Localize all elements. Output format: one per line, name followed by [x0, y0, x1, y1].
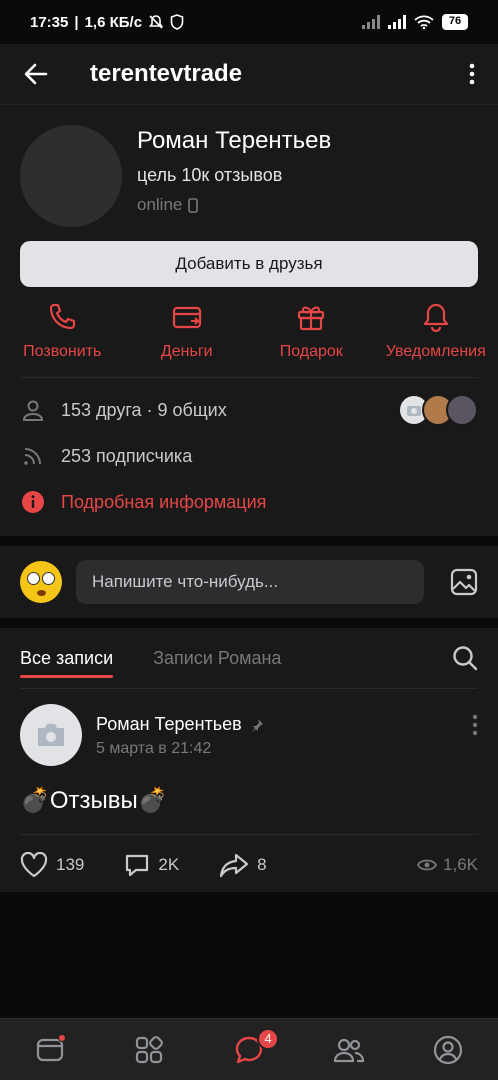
- details-label: Подробная информация: [61, 491, 267, 512]
- eye-icon: [417, 859, 438, 871]
- search-icon[interactable]: [452, 645, 478, 671]
- comment-button[interactable]: 2K: [124, 852, 179, 878]
- emoji-avatar: [20, 561, 62, 603]
- quick-actions: Позвонить Деньги Подарок Уведомления: [0, 301, 498, 371]
- bell-icon: [423, 303, 448, 333]
- avatar[interactable]: [20, 125, 122, 227]
- nav-news[interactable]: [30, 1030, 70, 1070]
- call-label: Позвонить: [23, 343, 102, 360]
- nav-profile[interactable]: [428, 1030, 468, 1070]
- signal-icon: [362, 15, 380, 29]
- mutual-friends-avatars[interactable]: [398, 394, 478, 426]
- bottom-nav: 4: [0, 1018, 498, 1080]
- post-text: 💣Отзывы💣: [20, 787, 168, 814]
- money-label: Деньги: [160, 343, 213, 360]
- more-icon[interactable]: [468, 62, 476, 86]
- wifi-icon: [414, 15, 434, 29]
- status-time: 17:35: [30, 13, 69, 31]
- likes-count: 139: [56, 855, 85, 874]
- followers-count: 253 подписчика: [61, 445, 193, 466]
- signal-icon: [388, 15, 406, 29]
- nav-services[interactable]: [129, 1030, 169, 1070]
- divider: [20, 688, 478, 689]
- views-count: 1,6K: [443, 855, 478, 874]
- post-more-icon[interactable]: [472, 714, 478, 736]
- page-title: terentevtrade: [90, 60, 243, 87]
- gift-button[interactable]: Подарок: [249, 301, 374, 371]
- battery-indicator: 76: [442, 14, 468, 30]
- info-icon: [20, 489, 46, 515]
- profile-icon: [434, 1035, 463, 1064]
- compose-input[interactable]: Напишите что-нибудь...: [76, 560, 424, 604]
- divider: [20, 834, 478, 835]
- top-bar: terentevtrade: [0, 44, 498, 104]
- post-avatar[interactable]: [20, 704, 82, 766]
- gift-icon: [298, 306, 325, 331]
- post-actions: 139 2K 8 1,6K: [20, 850, 478, 880]
- profile-status: цель 10к отзывов: [137, 165, 283, 185]
- heart-icon: [20, 852, 48, 878]
- share-icon: [220, 853, 249, 878]
- status-speed: 1,6 КБ/с: [84, 13, 143, 31]
- compose-bar: Напишите что-нибудь...: [0, 546, 498, 618]
- services-icon: [136, 1035, 164, 1063]
- feed-tabs: Все записи Записи Романа: [0, 628, 498, 688]
- comments-count: 2K: [158, 855, 180, 874]
- mute-icon: [148, 15, 164, 29]
- post-author[interactable]: Роман Терентьев: [96, 714, 264, 735]
- shield-icon: [170, 14, 184, 30]
- money-button[interactable]: Деньги: [125, 301, 250, 371]
- phone-icon: [50, 303, 76, 330]
- like-button[interactable]: 139: [20, 852, 84, 878]
- notification-dot: [57, 1033, 66, 1042]
- user-icon: [20, 397, 46, 423]
- feed: Все записи Записи Романа Роман Терентьев…: [0, 628, 498, 892]
- profile-card: Роман Терентьев цель 10к отзывов online …: [0, 104, 498, 536]
- nav-messages[interactable]: 4: [229, 1027, 279, 1070]
- image-icon[interactable]: [450, 568, 478, 596]
- friends-icon: [333, 1038, 364, 1062]
- avatar: [446, 394, 478, 426]
- friends-count: 153 друга · 9 общих: [61, 399, 227, 420]
- add-friend-button[interactable]: Добавить в друзья: [20, 241, 478, 287]
- call-button[interactable]: Позвонить: [0, 301, 125, 371]
- gift-label: Подарок: [279, 343, 343, 360]
- share-button[interactable]: 8: [219, 852, 267, 878]
- messages-badge: 4: [256, 1027, 279, 1050]
- details-row[interactable]: Подробная информация: [20, 485, 478, 519]
- followers-row[interactable]: 253 подписчика: [20, 439, 478, 473]
- divider: [20, 377, 478, 378]
- rss-icon: [20, 443, 46, 469]
- mobile-icon: [188, 197, 199, 213]
- online-status: online: [137, 195, 199, 215]
- tab-all-posts[interactable]: Все записи: [20, 628, 114, 688]
- notifications-label: Уведомления: [385, 343, 486, 360]
- tab-owner-posts[interactable]: Записи Романа: [153, 648, 281, 669]
- online-label: online: [137, 195, 183, 214]
- camera-icon: [38, 724, 64, 746]
- status-bar: 17:35 | 1,6 КБ/с 76: [0, 0, 498, 44]
- notifications-button[interactable]: Уведомления: [374, 301, 498, 371]
- friends-row[interactable]: 153 друга · 9 общих: [20, 393, 478, 427]
- post-author-name: Роман Терентьев: [96, 714, 242, 734]
- comment-icon: [126, 854, 149, 877]
- nav-friends[interactable]: [329, 1030, 369, 1070]
- pin-icon: [251, 718, 263, 732]
- back-arrow-icon[interactable]: [22, 60, 50, 88]
- views-counter: 1,6K: [417, 855, 478, 875]
- post-date: 5 марта в 21:42: [96, 740, 212, 757]
- profile-name: Роман Терентьев: [137, 127, 332, 154]
- wallet-icon: [172, 306, 201, 329]
- shares-count: 8: [257, 855, 267, 874]
